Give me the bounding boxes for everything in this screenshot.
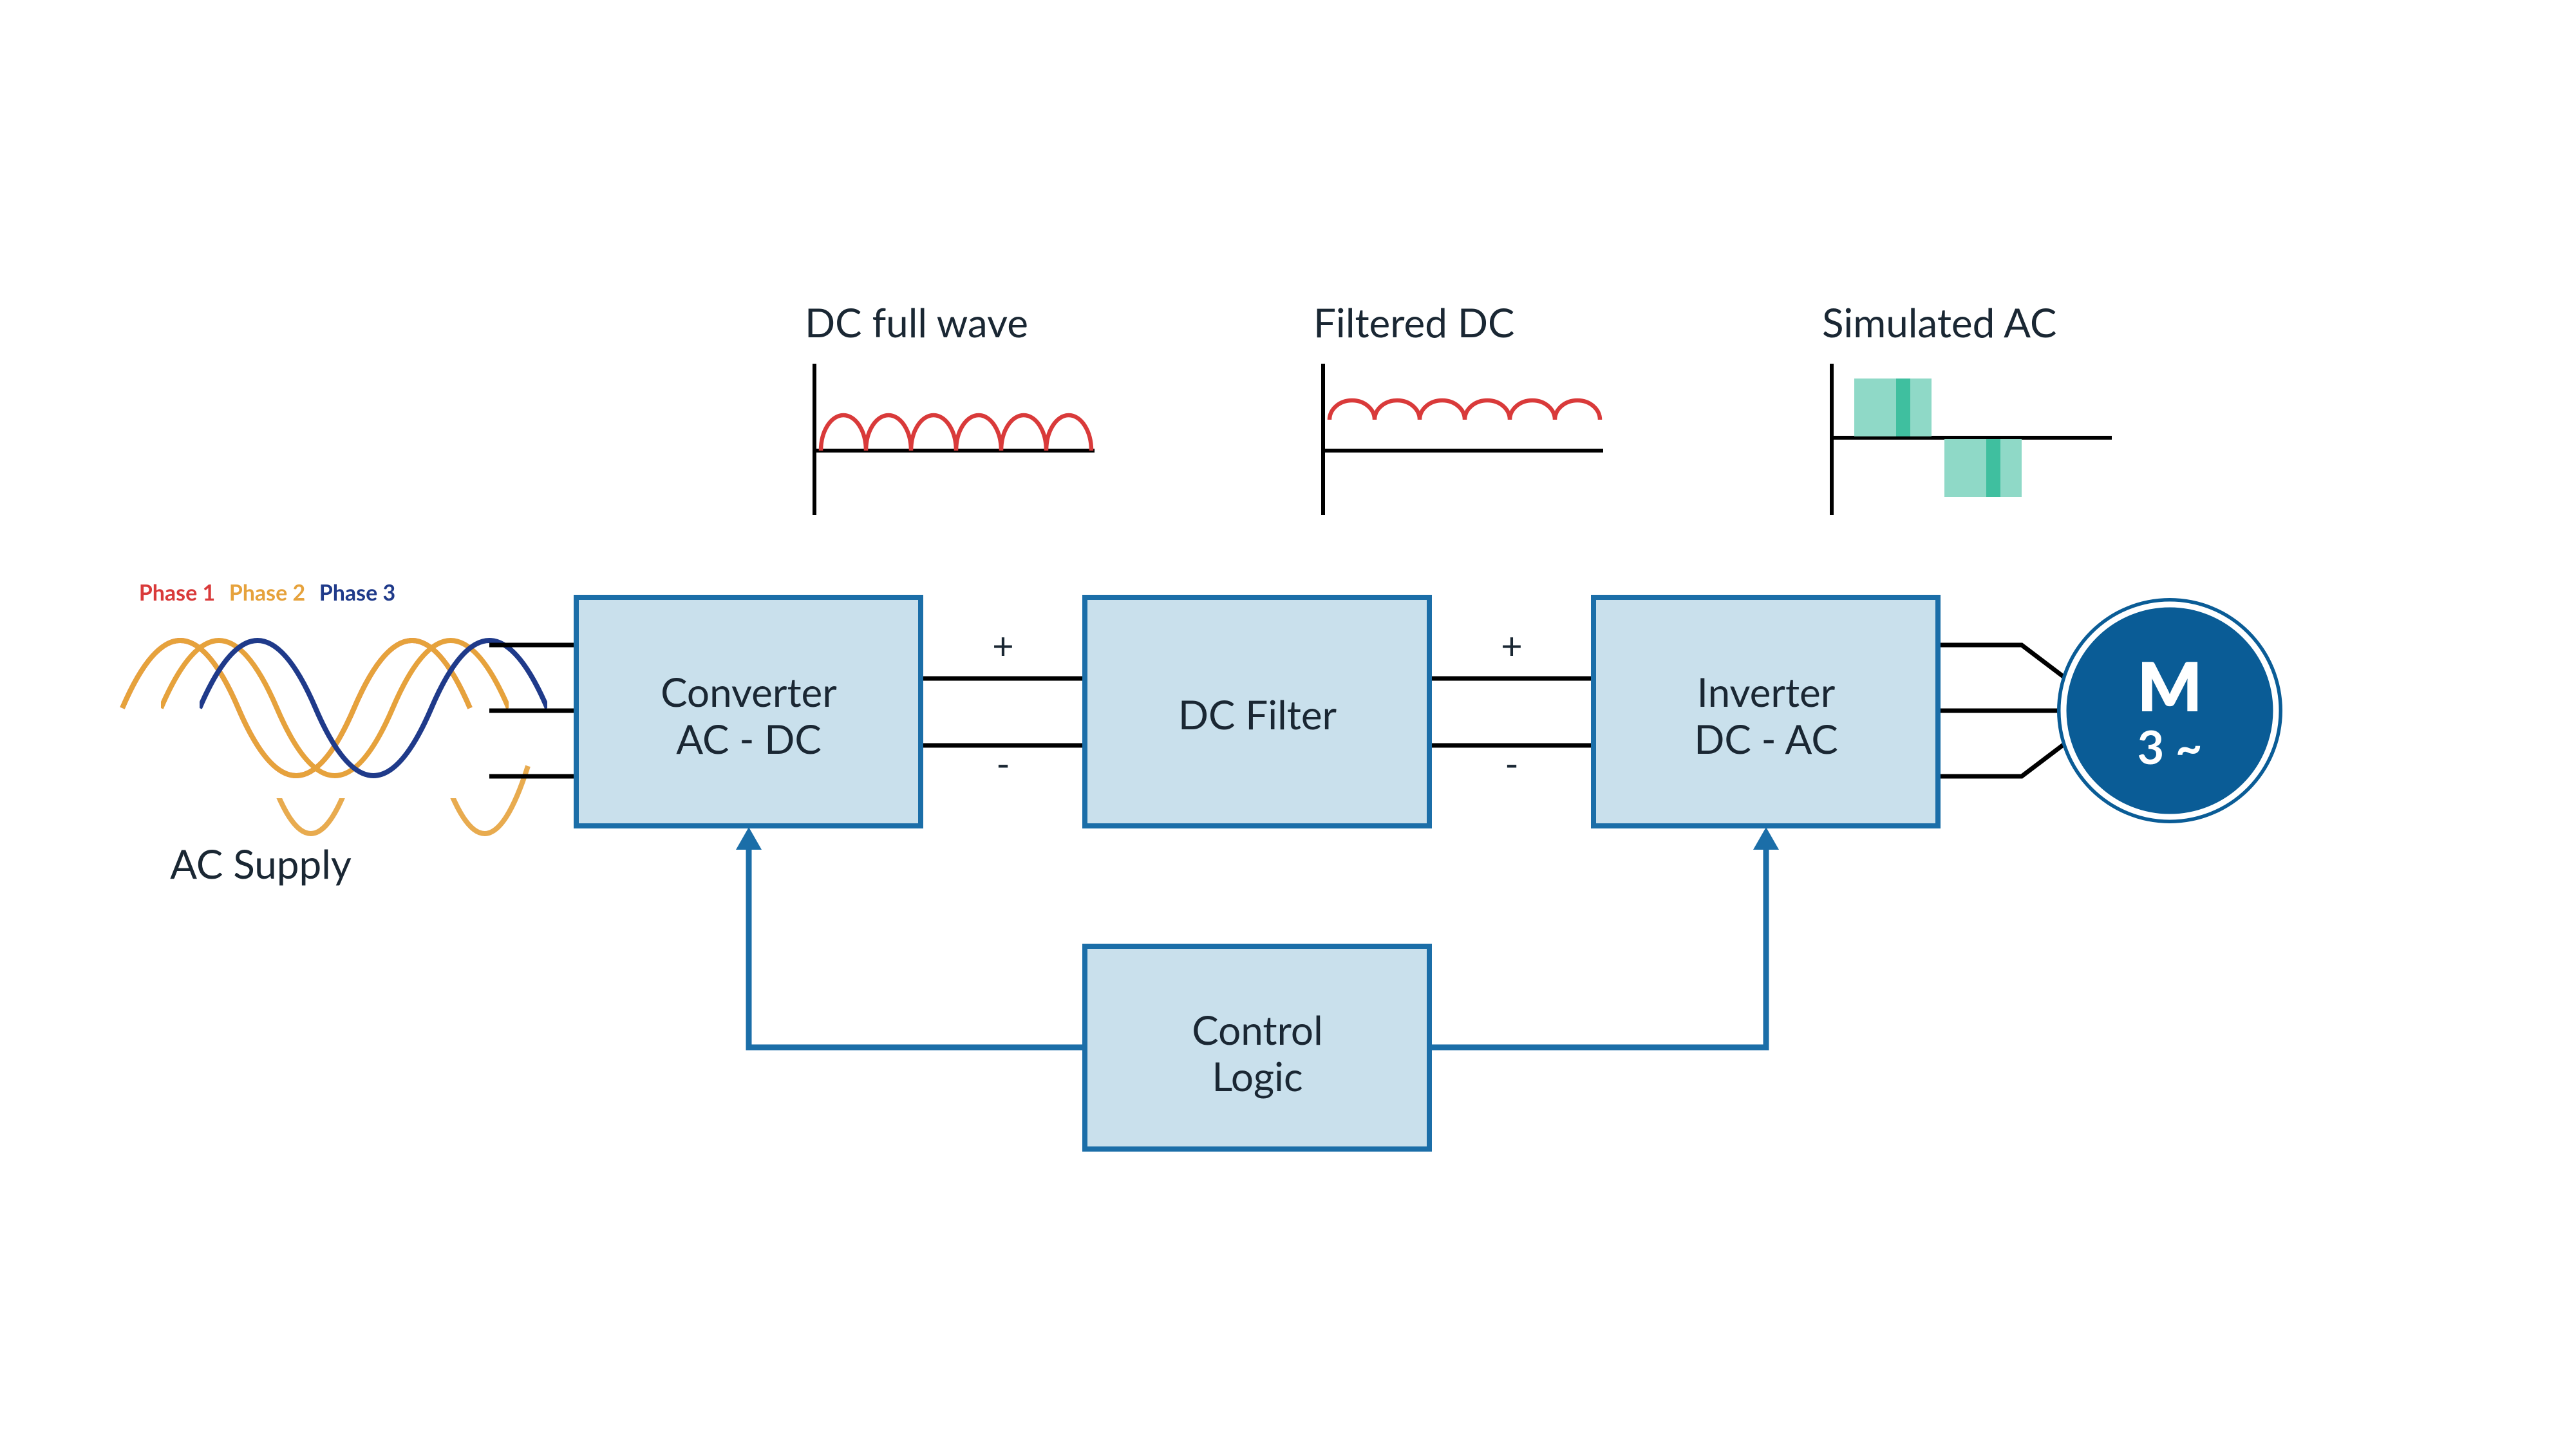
phase2-label: Phase 2 <box>229 579 306 606</box>
label-simulated-ac: Simulated AC <box>1822 299 2056 346</box>
dcfilter-label: DC Filter <box>1178 691 1337 738</box>
control-arrow-left <box>736 827 1085 1047</box>
plus-1: + <box>992 623 1014 668</box>
inverter-line2: DC - AC <box>1694 715 1838 763</box>
phase1-label: Phase 1 <box>139 579 216 606</box>
icon-dc-full-wave <box>814 364 1095 515</box>
control-line1: Control <box>1192 1006 1322 1054</box>
icon-simulated-ac <box>1832 364 2112 515</box>
motor-sub: 3 ~ <box>2137 719 2202 774</box>
label-ac-supply: AC Supply <box>170 840 352 888</box>
phase3-label: Phase 3 <box>319 579 396 606</box>
converter-line2: AC - DC <box>676 715 822 763</box>
inverter-line1: Inverter <box>1697 668 1836 716</box>
label-filtered-dc: Filtered DC <box>1313 299 1514 346</box>
wire-supply-to-converter <box>489 645 576 776</box>
vfd-block-diagram: DC full wave Filtered DC Simulated AC Ph… <box>0 0 2576 1449</box>
plus-2: + <box>1501 623 1523 668</box>
wire-filter-to-inverter <box>1429 678 1594 745</box>
icon-filtered-dc <box>1323 364 1603 515</box>
wire-converter-to-filter <box>921 678 1085 745</box>
converter-line1: Converter <box>661 668 837 716</box>
motor-icon: M 3 ~ <box>2057 598 2282 823</box>
control-line2: Logic <box>1212 1052 1302 1100</box>
three-phase-waveform-icon <box>109 618 547 798</box>
control-arrow-right <box>1429 827 1779 1047</box>
motor-m: M <box>2138 645 2203 726</box>
label-dc-full-wave: DC full wave <box>805 299 1028 346</box>
minus-1: - <box>996 742 1010 786</box>
wire-inverter-to-motor <box>1938 645 2067 776</box>
minus-2: - <box>1505 742 1519 786</box>
